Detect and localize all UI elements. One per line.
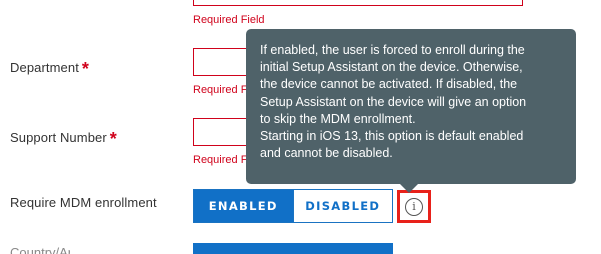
require-mdm-toggle: ENABLED DISABLED <box>193 189 393 223</box>
department-error: Required F <box>193 84 248 96</box>
support-number-label: Support Number * <box>10 126 117 149</box>
support-number-required-marker: * <box>109 129 117 149</box>
support-number-label-text: Support Number <box>10 130 107 145</box>
info-highlight: i <box>397 190 431 223</box>
disabled-option[interactable]: DISABLED <box>292 190 392 222</box>
tooltip-arrow <box>400 184 418 193</box>
enabled-option[interactable]: ENABLED <box>194 190 293 222</box>
next-row-label: Country/Area <box>10 245 70 254</box>
department-required-marker: * <box>81 59 90 79</box>
mdm-tooltip: If enabled, the user is forced to enroll… <box>246 29 576 184</box>
info-circle-icon[interactable]: i <box>405 197 423 216</box>
top-field-error: Required Field <box>193 14 265 26</box>
mdm-tooltip-text: If enabled, the user is forced to enroll… <box>260 43 527 161</box>
enrollment-form: Required Field Department * Required F Su… <box>0 0 601 254</box>
next-row-toggle[interactable] <box>193 243 393 254</box>
department-label-text: Department <box>10 60 79 75</box>
require-mdm-label: Require MDM enrollment <box>10 195 157 210</box>
department-label: Department * <box>10 56 90 79</box>
top-field-input[interactable] <box>193 0 523 6</box>
support-number-error: Required F <box>193 154 248 166</box>
